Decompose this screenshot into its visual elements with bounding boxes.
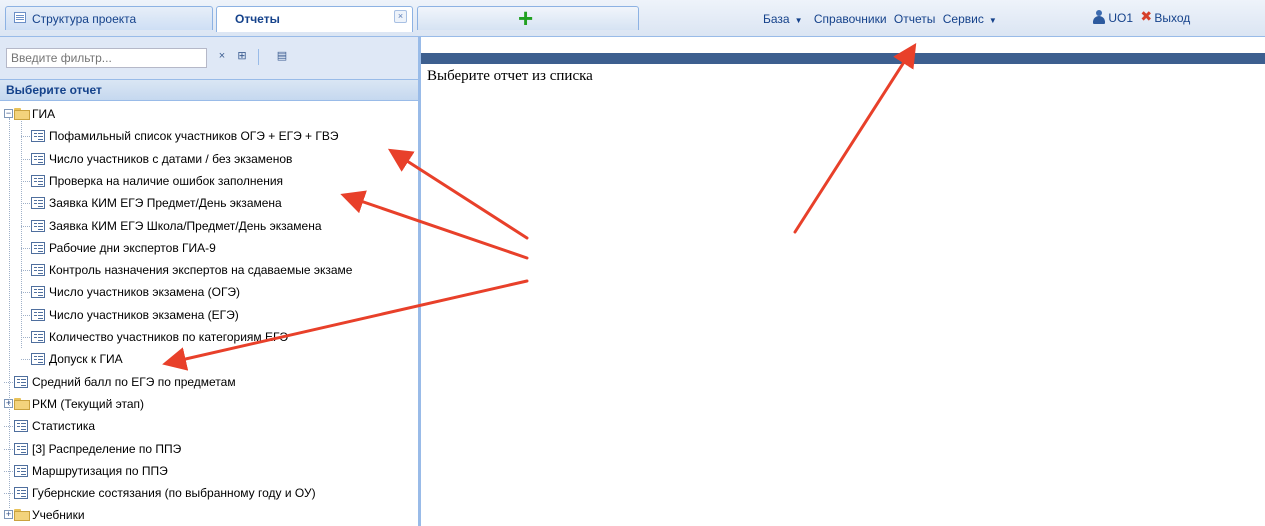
filter-toolbar: × ⊞ ▤: [0, 37, 418, 80]
tree-folder[interactable]: ГИА: [32, 103, 55, 125]
report-icon: [14, 420, 28, 433]
tree-folder[interactable]: Учебники: [32, 504, 85, 526]
report-icon: [14, 375, 28, 388]
tree-report-item[interactable]: Проверка на наличие ошибок заполнения: [49, 170, 283, 192]
tab-label: Структура проекта: [32, 12, 137, 26]
tree-report-item[interactable]: Статистика: [32, 415, 95, 437]
report-icon: [31, 331, 45, 343]
menu-item-directories[interactable]: Справочники: [814, 12, 887, 26]
report-icon: [31, 264, 45, 277]
tree-connector: [21, 359, 30, 361]
tree-report-item[interactable]: Допуск к ГИА: [49, 348, 123, 370]
tree-report-item[interactable]: Средний балл по ЕГЭ по предметам: [32, 371, 236, 393]
top-toolbar: Структура проекта Отчеты × + База ▼ Справ…: [0, 0, 1265, 37]
tree-report-item[interactable]: Число участников с датами / без экзамено…: [49, 148, 292, 170]
tree-connector: [21, 270, 30, 272]
clear-filter-button[interactable]: ×: [212, 47, 232, 67]
report-panel: × ⊞ ▤ Выберите отчет − ГИАПофамильный спи…: [0, 37, 421, 526]
tab-label: Отчеты: [235, 12, 280, 26]
report-icon: [31, 308, 45, 321]
tree-guide: [9, 118, 10, 509]
collapse-all-icon[interactable]: ▤: [272, 47, 292, 67]
tree-report-item[interactable]: Маршрутизация по ППЭ: [32, 460, 168, 482]
tree-folder[interactable]: РКМ (Текущий этап): [32, 393, 144, 415]
content-header-bar: [421, 53, 1265, 64]
report-icon: [31, 219, 45, 232]
report-icon: [14, 442, 28, 455]
collapse-icon[interactable]: −: [4, 109, 13, 118]
tab-reports[interactable]: Отчеты ×: [216, 6, 413, 32]
main-menu: База ▼ Справочники Отчеты Сервис ▼: [763, 12, 1005, 26]
report-icon: [31, 353, 45, 366]
report-icon: [31, 130, 45, 143]
expand-icon[interactable]: +: [4, 510, 13, 520]
user-name[interactable]: UO1: [1108, 11, 1133, 25]
expand-all-icon[interactable]: ⊞: [232, 47, 252, 67]
tree-guide: [21, 121, 22, 349]
menu-item-base[interactable]: База ▼: [763, 12, 807, 26]
panel-title: Выберите отчет: [0, 80, 418, 101]
tab-add[interactable]: +: [417, 3, 639, 33]
folder-icon: [14, 397, 30, 410]
report-icon: [31, 197, 45, 210]
tree-connector: [21, 247, 30, 249]
tree-connector: [21, 136, 30, 138]
tree-connector: [21, 292, 30, 294]
report-icon: [14, 464, 28, 477]
report-icon: [31, 152, 45, 165]
tree-report-item[interactable]: Контроль назначения экспертов на сдаваем…: [49, 259, 352, 281]
grid-icon: [14, 12, 26, 23]
folder-icon: [14, 509, 30, 522]
tree-report-item[interactable]: Число участников экзамена (ЕГЭ): [49, 304, 239, 326]
tree-report-item[interactable]: [3] Распределение по ППЭ: [32, 438, 181, 460]
user-icon: [1093, 10, 1105, 24]
menu-item-reports[interactable]: Отчеты: [894, 12, 935, 26]
tree-report-item[interactable]: Заявка КИМ ЕГЭ Предмет/День экзамена: [49, 192, 282, 214]
tree-connector: [21, 337, 30, 338]
toolbar-separator: [258, 49, 259, 65]
tree-report-item[interactable]: Заявка КИМ ЕГЭ Школа/Предмет/День экзаме…: [49, 215, 322, 237]
tree-connector: [21, 158, 30, 160]
tree-report-item[interactable]: Число участников экзамена (ОГЭ): [49, 281, 240, 303]
tree-connector: [21, 180, 30, 182]
plus-icon: +: [518, 3, 534, 33]
report-icon: [31, 286, 45, 299]
report-icon: [14, 487, 28, 500]
close-icon[interactable]: ×: [394, 10, 407, 23]
tree-report-item[interactable]: Пофамильный список участников ОГЭ + ЕГЭ …: [49, 125, 339, 147]
tab-project-structure[interactable]: Структура проекта: [5, 6, 213, 30]
user-area: UO1 Выход: [1093, 8, 1190, 25]
caret-down-icon: ▼: [988, 16, 997, 25]
filter-input[interactable]: [6, 48, 207, 68]
folder-icon: [14, 108, 30, 120]
tree-report-item[interactable]: Губернские состязания (по выбранному год…: [32, 482, 316, 504]
tree-connector: [21, 225, 30, 227]
annotation-arrow: [793, 42, 917, 234]
menu-item-service[interactable]: Сервис ▼: [943, 12, 1001, 26]
tree-report-item[interactable]: Рабочие дни экспертов ГИА-9: [49, 237, 216, 259]
placeholder-text: Выберите отчет из списка: [427, 68, 593, 84]
exit-icon[interactable]: [1140, 8, 1154, 25]
menu-label: Сервис: [942, 12, 984, 26]
report-icon: [31, 174, 45, 187]
caret-down-icon: ▼: [794, 16, 803, 25]
exit-button[interactable]: Выход: [1154, 11, 1190, 25]
menu-label: База: [763, 12, 790, 26]
tree-connector: [21, 314, 30, 316]
tree-connector: [21, 203, 30, 205]
report-icon: [31, 241, 45, 254]
tree-report-item[interactable]: Количество участников по категориям ЕГЭ: [49, 326, 288, 348]
